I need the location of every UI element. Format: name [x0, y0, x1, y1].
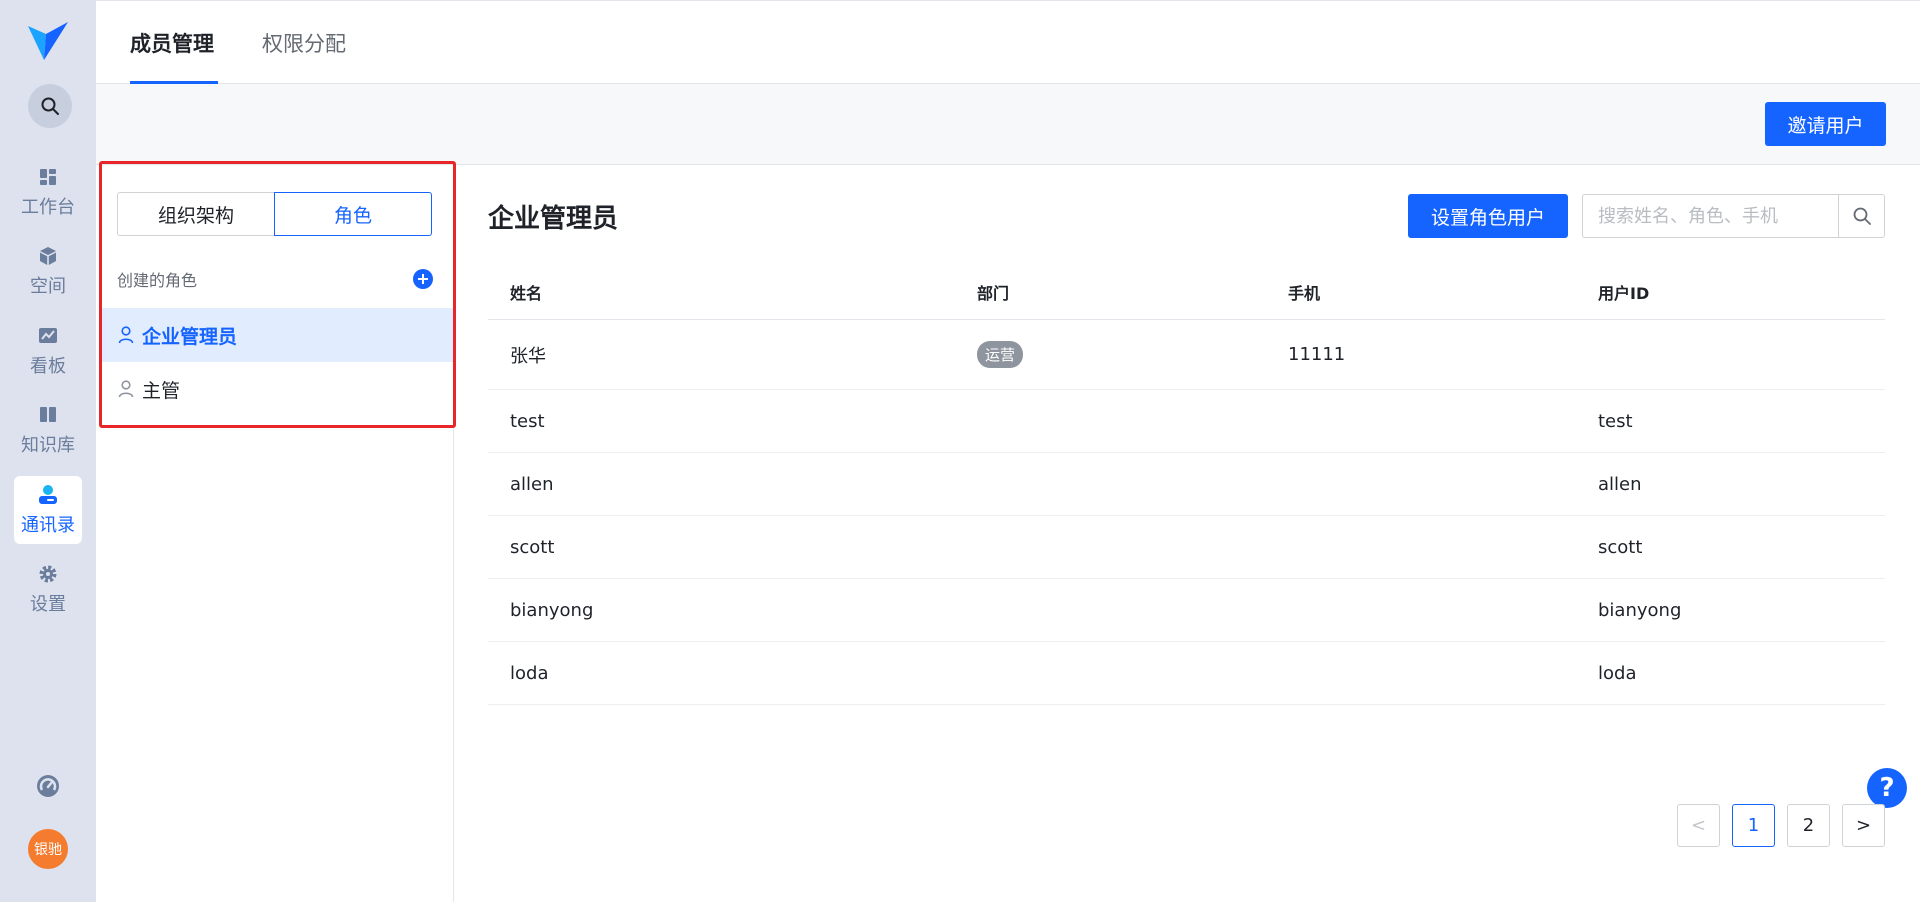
cube-icon — [37, 245, 59, 267]
set-role-users-button[interactable]: 设置角色用户 — [1408, 194, 1568, 238]
department-tag: 运营 — [977, 341, 1024, 368]
nav-item-contacts[interactable]: 通讯录 — [14, 476, 82, 544]
table-row[interactable]: bianyong bianyong — [488, 579, 1885, 642]
nav-item-space[interactable]: 空间 — [14, 237, 82, 305]
table-header: 姓名 部门 手机 用户ID — [488, 264, 1885, 320]
cell-name: test — [510, 410, 545, 432]
search-input[interactable] — [1583, 195, 1838, 237]
app-rail: 工作台 空间 看板 知识库 通讯录 设置 银驰 — [0, 0, 96, 902]
view-segmented-control: 组织架构 角色 — [117, 192, 432, 236]
support-icon[interactable] — [34, 772, 62, 800]
role-item-label: 企业管理员 — [142, 325, 238, 348]
action-strip — [96, 84, 1920, 165]
column-header-user-id[interactable]: 用户ID — [1598, 280, 1649, 304]
members-table: 姓名 部门 手机 用户ID 张华 运营 11111 test test alle… — [488, 264, 1885, 705]
gear-icon — [37, 563, 59, 585]
grid-icon — [37, 166, 59, 188]
nav-item-label: 空间 — [30, 275, 66, 297]
cell-name: loda — [510, 662, 549, 684]
search-icon — [41, 97, 59, 115]
contacts-icon — [37, 484, 59, 506]
table-row[interactable]: loda loda — [488, 642, 1885, 705]
help-button[interactable]: ? — [1867, 768, 1907, 808]
cell-name: scott — [510, 536, 555, 558]
plus-icon — [418, 274, 428, 284]
avatar-text: 银驰 — [34, 842, 62, 858]
tab-label: 成员管理 — [130, 32, 214, 56]
nav-item-label: 看板 — [30, 355, 66, 377]
pagination-page-2[interactable]: 2 — [1787, 804, 1830, 847]
role-item-label: 主管 — [142, 379, 181, 402]
cell-user-id: scott — [1598, 536, 1643, 558]
user-icon — [118, 380, 134, 398]
tab-permission-assignment[interactable]: 权限分配 — [262, 1, 346, 85]
cell-user-id: bianyong — [1598, 599, 1682, 621]
user-icon — [118, 326, 134, 344]
cell-name: bianyong — [510, 599, 594, 621]
chart-icon — [37, 325, 59, 347]
pagination-next-button[interactable]: > — [1842, 804, 1885, 847]
segment-org-structure[interactable]: 组织架构 — [117, 192, 274, 236]
nav-item-label: 设置 — [30, 593, 66, 615]
nav-item-dashboard[interactable]: 看板 — [14, 317, 82, 385]
nav-item-settings[interactable]: 设置 — [14, 555, 82, 623]
add-role-button[interactable] — [413, 269, 433, 289]
roles-header-label: 创建的角色 — [117, 271, 198, 290]
role-item-supervisor[interactable]: 主管 — [102, 362, 453, 416]
cell-name: allen — [510, 473, 554, 495]
page-title: 企业管理员 — [488, 204, 619, 234]
app-logo[interactable] — [24, 20, 72, 64]
table-row[interactable]: scott scott — [488, 516, 1885, 579]
cell-phone: 11111 — [1288, 344, 1346, 365]
cell-user-id: test — [1598, 410, 1633, 432]
tab-member-management[interactable]: 成员管理 — [130, 1, 214, 85]
search-submit-button[interactable] — [1838, 195, 1884, 237]
nav-item-label: 工作台 — [21, 196, 75, 218]
pagination-page-1[interactable]: 1 — [1732, 804, 1775, 847]
table-row[interactable]: test test — [488, 390, 1885, 453]
nav-item-label: 知识库 — [21, 434, 75, 456]
member-search — [1582, 194, 1885, 238]
cell-name: 张华 — [510, 345, 546, 367]
nav-item-knowledge-base[interactable]: 知识库 — [14, 396, 82, 464]
search-icon — [1853, 207, 1871, 225]
roles-header: 创建的角色 — [117, 266, 433, 292]
invite-user-button[interactable]: 邀请用户 — [1765, 102, 1886, 146]
global-search-button[interactable] — [28, 84, 72, 128]
table-row[interactable]: allen allen — [488, 453, 1885, 516]
segment-roles[interactable]: 角色 — [274, 192, 432, 236]
top-tab-bar: 成员管理 权限分配 — [96, 0, 1920, 84]
role-item-enterprise-admin[interactable]: 企业管理员 — [102, 308, 453, 362]
table-row[interactable]: 张华 运营 11111 — [488, 320, 1885, 390]
column-header-department[interactable]: 部门 — [977, 280, 1009, 304]
nav-item-label: 通讯录 — [21, 514, 75, 536]
column-header-name[interactable]: 姓名 — [510, 280, 542, 304]
pagination-prev-button[interactable]: < — [1677, 804, 1720, 847]
cell-user-id: allen — [1598, 473, 1642, 495]
nav-item-workbench[interactable]: 工作台 — [14, 158, 82, 226]
column-header-phone[interactable]: 手机 — [1288, 280, 1320, 304]
book-icon — [37, 404, 59, 426]
avatar[interactable]: 银驰 — [28, 829, 68, 869]
tab-label: 权限分配 — [262, 32, 346, 56]
cell-user-id: loda — [1598, 662, 1637, 684]
